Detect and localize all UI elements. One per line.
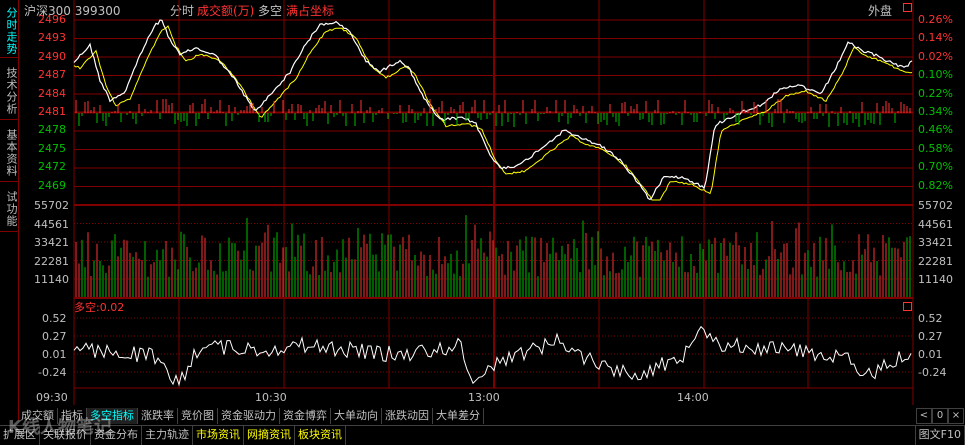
scroll-left-button[interactable]: < <box>916 408 932 424</box>
volume-tick: 44561 <box>34 218 69 231</box>
percent-tick: 0.34% <box>918 105 953 118</box>
time-tick: 14:00 <box>677 391 709 404</box>
percent-tick: 0.70% <box>918 160 953 173</box>
intraday-chart <box>73 0 914 405</box>
volume-tick-right: 11140 <box>918 273 953 286</box>
indicator-title: 多空:0.02 <box>74 301 125 314</box>
tab-capital-game[interactable]: 资金博弈 <box>280 408 331 424</box>
tab-rise-fall-cause[interactable]: 涨跌动因 <box>382 408 433 424</box>
volume-tick: 55702 <box>34 199 69 212</box>
price-tick: 2475 <box>38 142 66 155</box>
percent-tick: 0.58% <box>918 142 953 155</box>
indicator-tick: 0.52 <box>42 312 67 325</box>
price-tick: 2490 <box>38 50 66 63</box>
indicator-tick: -0.24 <box>38 366 67 379</box>
tab-large-order-trend[interactable]: 大单动向 <box>331 408 382 424</box>
price-tick: 2493 <box>38 31 66 44</box>
watermark: K线人物笔记 <box>8 417 112 438</box>
price-tick: 2469 <box>38 179 66 192</box>
percent-tick: 0.46% <box>918 123 953 136</box>
tab-market-news[interactable]: 市场资讯 <box>193 426 244 445</box>
percent-tick: 0.22% <box>918 87 953 100</box>
volume-tick: 22281 <box>34 255 69 268</box>
percent-tick: 0.14% <box>918 31 953 44</box>
long-short-indicator-line <box>73 325 912 387</box>
close-pane-button[interactable]: × <box>948 408 964 424</box>
indicator-tick: 0.01 <box>42 348 67 361</box>
zero-button[interactable]: 0 <box>932 408 948 424</box>
percent-tick: 0.82% <box>918 179 953 192</box>
bottom-info-bar: 扩展区 关联报价 资金分布 主力轨迹 市场资讯 网摘资讯 板块资讯 图文F10 <box>0 425 965 445</box>
indicator-tick: 0.27 <box>42 330 67 343</box>
tab-large-order-diff[interactable]: 大单差分 <box>433 408 484 424</box>
indicator-tick-right: 0.27 <box>918 330 943 343</box>
volume-tick: 11140 <box>34 273 69 286</box>
percent-tick: 0.02% <box>918 50 953 63</box>
tab-capital-drive[interactable]: 资金驱动力 <box>218 408 280 424</box>
tab-auction-chart[interactable]: 竞价图 <box>178 408 218 424</box>
price-tick: 2478 <box>38 123 66 136</box>
tab-sector-news[interactable]: 板块资讯 <box>295 426 346 445</box>
price-tick: 2484 <box>38 87 66 100</box>
volume-tick-right: 22281 <box>918 255 953 268</box>
percent-tick: 0.10% <box>918 68 953 81</box>
volume-tick-right: 55702 <box>918 199 953 212</box>
indicator-tick-right: 0.01 <box>918 348 943 361</box>
indicator-tick-right: 0.52 <box>918 312 943 325</box>
price-tick: 2481 <box>38 105 66 118</box>
indicator-tick-right: -0.24 <box>918 366 947 379</box>
tab-rise-fall-rate[interactable]: 涨跌率 <box>138 408 178 424</box>
volume-tick: 33421 <box>34 236 69 249</box>
indicator-settings-icon[interactable] <box>903 302 912 311</box>
price-tick: 2487 <box>38 68 66 81</box>
time-tick: 10:30 <box>255 391 287 404</box>
time-tick: 09:30 <box>36 391 68 404</box>
time-tick: 13:00 <box>468 391 500 404</box>
price-tick: 2472 <box>38 160 66 173</box>
volume-tick-right: 44561 <box>918 218 953 231</box>
percent-tick: 0.26% <box>918 13 953 26</box>
volume-tick-right: 33421 <box>918 236 953 249</box>
f10-button[interactable]: 图文F10 <box>914 426 965 445</box>
tab-main-force-track[interactable]: 主力轨迹 <box>142 426 193 445</box>
tab-web-digest[interactable]: 网摘资讯 <box>244 426 295 445</box>
pane-controls: < 0 × <box>916 408 964 424</box>
price-tick: 2496 <box>38 13 66 26</box>
